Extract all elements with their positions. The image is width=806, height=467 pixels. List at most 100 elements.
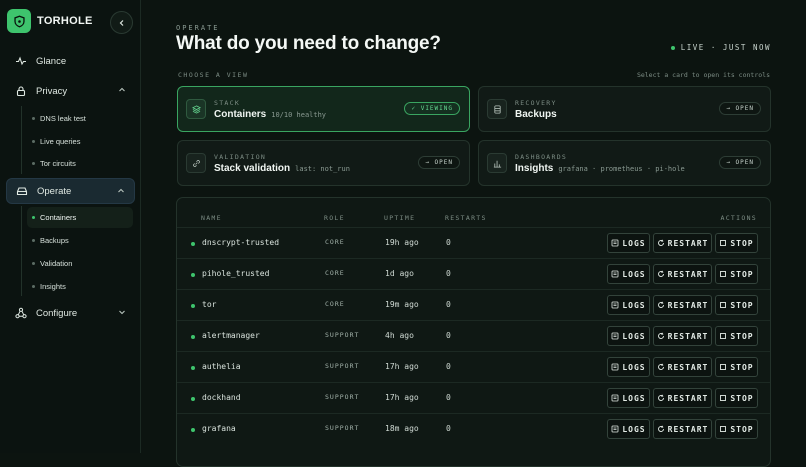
- nav-privacy[interactable]: Privacy: [6, 78, 135, 104]
- nav-backups[interactable]: Backups: [27, 230, 133, 251]
- open-button[interactable]: → OPEN: [719, 102, 761, 115]
- stop-button[interactable]: STOP: [715, 326, 758, 346]
- card-title: Containers 10/10 healthy: [214, 109, 327, 120]
- nav-glance-label: Glance: [36, 55, 67, 67]
- container-uptime: 1d ago: [385, 269, 414, 278]
- container-role: CORE: [325, 238, 345, 246]
- stop-button[interactable]: STOP: [715, 357, 758, 377]
- restart-button[interactable]: RESTART: [653, 388, 712, 408]
- stop-button[interactable]: STOP: [715, 419, 758, 439]
- container-restarts: 0: [446, 238, 451, 247]
- logs-button[interactable]: LOGS: [607, 357, 650, 377]
- restart-button[interactable]: RESTART: [653, 233, 712, 253]
- container-restarts: 0: [446, 362, 451, 371]
- restart-icon: [657, 332, 664, 339]
- brand-name: TORHOLE: [37, 15, 93, 27]
- container-name: authelia: [202, 362, 241, 371]
- logs-button[interactable]: LOGS: [607, 264, 650, 284]
- logs-button[interactable]: LOGS: [607, 233, 650, 253]
- nav-containers[interactable]: Containers: [27, 207, 133, 228]
- restart-button[interactable]: RESTART: [653, 419, 712, 439]
- card-meta: last: not_run: [295, 165, 350, 173]
- table-row: dockhand SUPPORT 17h ago 0 LOGS RESTART STOP: [177, 382, 770, 413]
- nodes-icon: [15, 307, 27, 319]
- container-uptime: 19h ago: [385, 238, 419, 247]
- stop-icon: [720, 426, 727, 432]
- column-header-name: NAME: [201, 214, 222, 222]
- open-button[interactable]: → OPEN: [418, 156, 460, 169]
- nav-insights[interactable]: Insights: [27, 276, 133, 297]
- logs-button[interactable]: LOGS: [607, 326, 650, 346]
- view-card-backups[interactable]: RECOVERY Backups → OPEN: [478, 86, 771, 132]
- status-dot-icon: [191, 273, 195, 277]
- container-name: dockhand: [202, 393, 241, 402]
- operate-subnav-line: [21, 206, 22, 296]
- card-kicker: VALIDATION: [214, 153, 267, 161]
- logs-icon: [611, 394, 619, 402]
- table-row: dnscrypt-trusted CORE 19h ago 0 LOGS RESTART S…: [177, 227, 770, 258]
- view-card-containers[interactable]: STACK Containers 10/10 healthy ✓ VIEWING: [177, 86, 470, 132]
- container-role: CORE: [325, 300, 345, 308]
- stop-button[interactable]: STOP: [715, 233, 758, 253]
- container-role: SUPPORT: [325, 331, 360, 339]
- container-restarts: 0: [446, 331, 451, 340]
- column-header-uptime: UPTIME: [384, 214, 416, 222]
- collapse-sidebar-button[interactable]: [110, 11, 133, 34]
- nav-operate[interactable]: Operate: [6, 178, 135, 204]
- card-kicker: DASHBOARDS: [515, 153, 568, 161]
- restart-icon: [657, 425, 664, 432]
- container-name: dnscrypt-trusted: [202, 238, 280, 247]
- chevron-down-icon: [119, 310, 125, 315]
- nav-configure-label: Configure: [36, 307, 78, 319]
- table-row: pihole_trusted CORE 1d ago 0 LOGS RESTART STOP: [177, 258, 770, 289]
- live-status-label: LIVE · JUST NOW: [680, 43, 771, 52]
- stop-icon: [720, 333, 727, 339]
- sidebar: TORHOLE Glance Privacy DNS leak test Liv…: [0, 0, 141, 453]
- nav-glance[interactable]: Glance: [6, 48, 135, 74]
- column-header-restarts: RESTARTS: [445, 214, 487, 222]
- container-restarts: 0: [446, 300, 451, 309]
- stop-icon: [720, 395, 727, 401]
- card-title: Stack validation last: not_run: [214, 163, 350, 174]
- restart-icon: [657, 363, 664, 370]
- stop-button[interactable]: STOP: [715, 388, 758, 408]
- shield-logo-icon: [7, 9, 31, 33]
- logs-icon: [611, 363, 619, 371]
- nav-validation[interactable]: Validation: [27, 253, 133, 274]
- card-kicker: RECOVERY: [515, 99, 557, 107]
- container-role: CORE: [325, 269, 345, 277]
- nav-live-queries[interactable]: Live queries: [27, 131, 133, 152]
- status-dot-icon: [191, 242, 195, 246]
- table-row: authelia SUPPORT 17h ago 0 LOGS RESTART STOP: [177, 351, 770, 382]
- column-header-role: ROLE: [324, 214, 345, 222]
- nav-operate-label: Operate: [37, 185, 72, 197]
- restart-button[interactable]: RESTART: [653, 357, 712, 377]
- container-uptime: 17h ago: [385, 393, 419, 402]
- container-uptime: 4h ago: [385, 331, 414, 340]
- nav-tor-circuits[interactable]: Tor circuits: [27, 153, 133, 174]
- open-button[interactable]: → OPEN: [719, 156, 761, 169]
- view-card-validation[interactable]: VALIDATION Stack validation last: not_run…: [177, 140, 470, 186]
- nav-configure[interactable]: Configure: [6, 300, 135, 326]
- brand[interactable]: TORHOLE: [7, 9, 93, 33]
- nav-dns-leak-test[interactable]: DNS leak test: [27, 108, 133, 129]
- container-uptime: 18m ago: [385, 424, 419, 433]
- table-row: alertmanager SUPPORT 4h ago 0 LOGS RESTART STO…: [177, 320, 770, 351]
- restart-button[interactable]: RESTART: [653, 264, 712, 284]
- logs-button[interactable]: LOGS: [607, 388, 650, 408]
- restart-button[interactable]: RESTART: [653, 295, 712, 315]
- logs-button[interactable]: LOGS: [607, 419, 650, 439]
- stop-button[interactable]: STOP: [715, 264, 758, 284]
- logs-button[interactable]: LOGS: [607, 295, 650, 315]
- stop-icon: [720, 240, 727, 246]
- view-card-insights[interactable]: DASHBOARDS Insights grafana · prometheus …: [478, 140, 771, 186]
- bar-chart-icon: [487, 153, 507, 173]
- status-dot-icon: [191, 335, 195, 339]
- restart-button[interactable]: RESTART: [653, 326, 712, 346]
- card-title: Backups: [515, 109, 557, 120]
- logs-icon: [611, 270, 619, 278]
- stop-button[interactable]: STOP: [715, 295, 758, 315]
- logs-icon: [611, 239, 619, 247]
- privacy-subnav-line: [21, 106, 22, 174]
- container-restarts: 0: [446, 269, 451, 278]
